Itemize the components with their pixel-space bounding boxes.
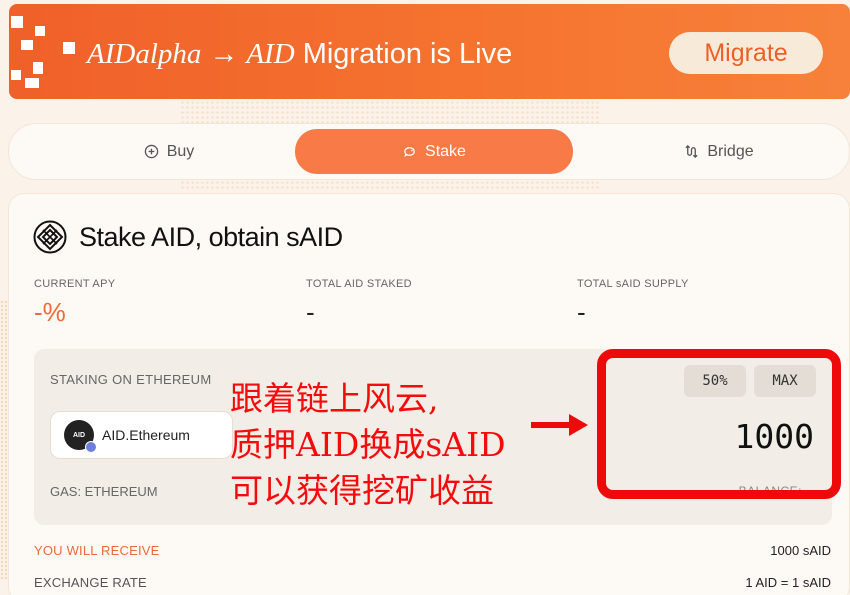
tab-stake[interactable]: Stake [295, 129, 573, 174]
annotation-highlight-box [597, 349, 841, 499]
migration-banner: AIDalpha → AID Migration is Live Migrate [9, 4, 850, 99]
annotation-line-1: 跟着链上风云, [230, 379, 439, 418]
stat-apy-value: -% [34, 297, 66, 327]
tab-buy-label: Buy [166, 142, 195, 160]
stat-staked-label: TOTAL AID STAKED [306, 278, 412, 290]
migrate-button[interactable]: Migrate [669, 32, 823, 74]
annotation-line-3: 可以获得挖矿收益 [230, 471, 494, 510]
aid-logo-icon [33, 220, 67, 254]
banner-to-token: AID [246, 37, 295, 70]
exchange-rate-label: EXCHANGE RATE [34, 575, 147, 590]
stat-supply-label: TOTAL sAID SUPPLY [577, 278, 689, 290]
annotation-text: 跟着链上风云, 质押AID换成sAID 可以获得挖矿收益 [230, 376, 506, 514]
stat-supply-value: - [577, 297, 586, 327]
pixel-decoration [21, 40, 33, 50]
tab-bar: Buy Stake Bridge [8, 123, 850, 180]
banner-title: AIDalpha → AID Migration is Live [87, 34, 512, 74]
piggy-bank-icon [404, 147, 415, 158]
stat-staked-value: - [306, 297, 315, 327]
bridge-icon [685, 144, 698, 159]
pixel-decoration [11, 70, 21, 80]
pixel-decoration [11, 16, 23, 28]
receive-value: 1000 sAID [770, 543, 831, 558]
annotation-arrow-icon [531, 414, 588, 436]
tab-bridge[interactable]: Bridge [589, 129, 849, 174]
banner-title-text: Migration is Live [302, 37, 513, 70]
pixel-decoration [25, 78, 39, 88]
tab-buy[interactable]: Buy [39, 129, 299, 174]
pixel-decoration [35, 26, 45, 36]
receive-label: YOU WILL RECEIVE [34, 543, 160, 558]
aid-token-icon: AID [64, 420, 97, 453]
ethereum-badge-icon [85, 441, 97, 453]
token-name: AID.Ethereum [102, 427, 190, 443]
exchange-rate-value: 1 AID = 1 sAID [745, 575, 831, 590]
annotation-line-2: 质押AID换成sAID [230, 425, 506, 464]
pixel-decoration [33, 62, 43, 74]
stat-apy-label: CURRENT APY [34, 278, 116, 290]
staking-network-label: STAKING ON ETHEREUM [50, 372, 212, 387]
banner-arrow: → [209, 37, 239, 70]
token-logo-text: AID [72, 431, 86, 439]
banner-from-token: AIDalpha [87, 37, 202, 70]
page-title: Stake AID, obtain sAID [79, 221, 343, 252]
token-selector[interactable]: AID AID.Ethereum [50, 411, 233, 459]
card-header: Stake AID, obtain sAID [33, 220, 343, 254]
gas-label: GAS: ETHEREUM [50, 484, 158, 499]
tab-stake-label: Stake [425, 142, 466, 160]
pixel-decoration [63, 42, 75, 54]
plus-circle-icon [144, 144, 158, 159]
tab-bridge-label: Bridge [707, 142, 754, 160]
